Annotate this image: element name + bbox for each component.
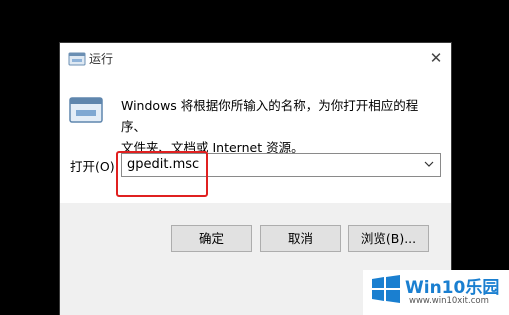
close-icon: ✕ <box>429 49 443 67</box>
watermark-url: www.win10xit.com <box>409 296 489 306</box>
dialog-title: 运行 <box>89 52 114 66</box>
ok-button[interactable]: 确定 <box>171 225 252 252</box>
command-combobox[interactable]: gpedit.msc <box>121 153 441 177</box>
run-icon <box>69 97 103 123</box>
close-button[interactable]: ✕ <box>421 43 451 73</box>
dialog-description: Windows 将根据你所输入的名称，为你打开相应的程序、 文件夹、文档或 In… <box>121 95 441 158</box>
open-label: 打开(O): <box>70 159 119 174</box>
watermark: Win10乐园 www.win10xit.com <box>363 270 509 315</box>
command-input[interactable]: gpedit.msc <box>127 157 199 172</box>
windows-logo-icon <box>372 275 400 303</box>
description-line-1: Windows 将根据你所输入的名称，为你打开相应的程序、 <box>121 98 419 134</box>
run-icon <box>68 52 86 66</box>
chevron-down-icon[interactable] <box>424 159 434 169</box>
cancel-button[interactable]: 取消 <box>260 225 341 252</box>
browse-button[interactable]: 浏览(B)... <box>348 225 429 252</box>
watermark-brand: Win10乐园 <box>405 278 500 298</box>
title-bar[interactable]: 运行 ✕ <box>60 43 451 75</box>
